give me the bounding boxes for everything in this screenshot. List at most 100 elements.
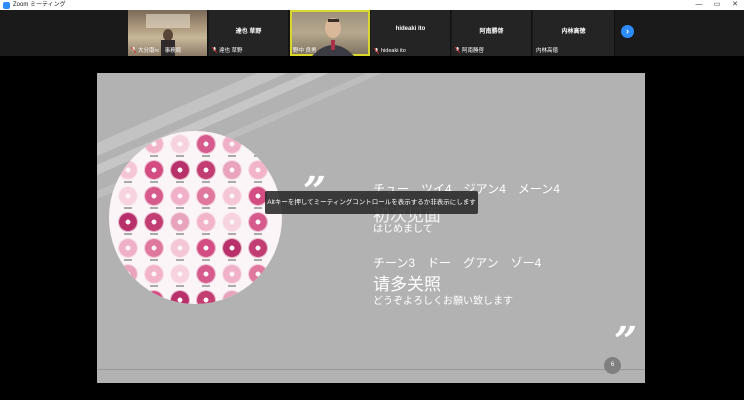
flower-caption	[228, 207, 236, 209]
mic-muted-icon	[455, 47, 460, 53]
flower-icon	[171, 291, 189, 304]
flower-caption	[124, 207, 132, 209]
flower-icon	[249, 291, 267, 304]
participant-label: 内林高徳	[536, 48, 559, 54]
flower-caption	[254, 233, 262, 235]
mic-muted-icon	[131, 47, 136, 53]
flower-icon	[119, 213, 137, 231]
flower-caption	[124, 285, 132, 287]
flower-icon	[223, 161, 241, 179]
participant-label: 阿南勝啓	[455, 46, 484, 54]
participant-name: 内林高徳	[561, 29, 586, 35]
flower-icon	[119, 265, 137, 283]
flower-cell	[169, 237, 191, 263]
flower-caption	[202, 233, 210, 235]
flower-cell	[195, 185, 217, 211]
flower-caption	[150, 285, 158, 287]
flower-caption	[124, 233, 132, 235]
flower-icon	[171, 135, 189, 153]
flower-cell	[117, 211, 139, 237]
flower-illustration	[109, 131, 282, 304]
next-participants-button[interactable]: ›	[621, 25, 634, 38]
flower-caption	[150, 259, 158, 261]
flower-cell	[117, 237, 139, 263]
flower-caption	[150, 181, 158, 183]
flower-cell	[247, 133, 269, 159]
slide-footer-line	[97, 369, 645, 370]
flower-cell	[247, 237, 269, 263]
flower-cell	[117, 159, 139, 185]
flower-caption	[150, 155, 158, 157]
flower-cell	[247, 289, 269, 304]
flower-caption	[228, 285, 236, 287]
flower-cell	[221, 211, 243, 237]
flower-icon	[249, 135, 267, 153]
flower-icon	[223, 265, 241, 283]
flower-icon	[197, 291, 215, 304]
flower-caption	[202, 207, 210, 209]
flower-cell	[221, 133, 243, 159]
flower-icon	[119, 161, 137, 179]
flower-icon	[145, 213, 163, 231]
participant-name: 阿南勝啓	[479, 29, 504, 35]
flower-caption	[202, 285, 210, 287]
flower-cell	[169, 289, 191, 304]
flower-icon	[145, 187, 163, 205]
flower-icon	[171, 239, 189, 257]
maximize-button[interactable]: ▭	[708, 0, 726, 10]
flower-icon	[119, 187, 137, 205]
flower-icon	[119, 239, 137, 257]
flower-icon	[223, 213, 241, 231]
mic-muted-icon	[374, 48, 379, 54]
participant-tile-1[interactable]: 大分南rc 事務局	[128, 10, 208, 56]
flower-cell	[169, 211, 191, 237]
participant-tile-4[interactable]: hideaki ito hideaki ito	[371, 10, 451, 56]
flower-icon	[145, 161, 163, 179]
flower-caption	[254, 155, 262, 157]
close-button[interactable]: ✕	[726, 0, 744, 10]
flower-caption	[228, 233, 236, 235]
flower-caption	[254, 259, 262, 261]
flower-icon	[119, 135, 137, 153]
flower-icon	[197, 161, 215, 179]
flower-icon	[249, 161, 267, 179]
flower-icon	[197, 265, 215, 283]
minimize-button[interactable]: —	[690, 0, 708, 10]
flower-caption	[150, 207, 158, 209]
flower-caption	[254, 181, 262, 183]
participant-tile-5[interactable]: 阿南勝啓 阿南勝啓	[452, 10, 532, 56]
participant-tile-6[interactable]: 内林高徳 内林高徳	[533, 10, 615, 56]
flower-cell	[221, 237, 243, 263]
flower-cell	[195, 133, 217, 159]
flower-cell	[117, 133, 139, 159]
flower-icon	[197, 239, 215, 257]
flower-cell	[169, 133, 191, 159]
flower-icon	[249, 213, 267, 231]
flower-caption	[176, 259, 184, 261]
flower-cell	[117, 263, 139, 289]
title-bar: Zoom ミーティング — ▭ ✕	[0, 0, 744, 10]
flower-caption	[176, 181, 184, 183]
participant-name: 達也 草野	[235, 29, 262, 35]
flower-icon	[171, 187, 189, 205]
flower-grid	[117, 133, 277, 304]
flower-icon	[223, 239, 241, 257]
flower-icon	[171, 213, 189, 231]
participant-tile-3[interactable]: 野中 良男	[290, 10, 370, 56]
flower-cell	[195, 159, 217, 185]
flower-icon	[171, 265, 189, 283]
flower-cell	[143, 237, 165, 263]
flower-icon	[145, 265, 163, 283]
phrase1-japanese: はじめまして	[373, 224, 433, 235]
flower-caption	[176, 207, 184, 209]
flower-icon	[197, 135, 215, 153]
flower-cell	[143, 289, 165, 304]
slide-page-number: 6	[604, 357, 621, 374]
flower-cell	[143, 159, 165, 185]
flower-icon	[197, 213, 215, 231]
flower-caption	[124, 181, 132, 183]
flower-cell	[221, 159, 243, 185]
flower-cell	[247, 263, 269, 289]
flower-cell	[169, 263, 191, 289]
participant-tile-2[interactable]: 達也 草野 達也 草野	[209, 10, 289, 56]
